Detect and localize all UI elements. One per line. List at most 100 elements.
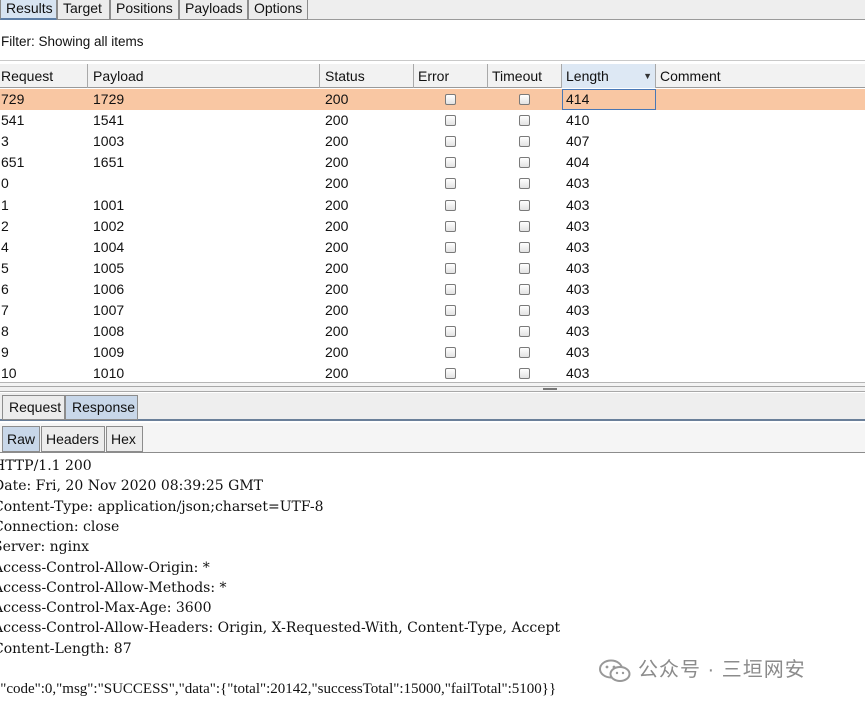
response-header-line: Access-Control-Allow-Methods: * [0, 579, 227, 596]
error-checkbox[interactable] [445, 241, 456, 253]
tab-target[interactable]: Target [57, 0, 110, 20]
cell-request: 7 [1, 302, 9, 318]
table-row[interactable]: 1 1001 200 403 [0, 195, 865, 216]
error-checkbox[interactable] [445, 136, 456, 148]
cell-comment [660, 321, 860, 342]
timeout-checkbox[interactable] [519, 157, 530, 169]
cell-comment [660, 195, 860, 216]
pane-splitter[interactable] [0, 386, 865, 392]
column-header-length[interactable]: Length ▼ [562, 64, 656, 88]
error-checkbox[interactable] [445, 178, 456, 190]
table-row[interactable]: 2 1002 200 403 [0, 216, 865, 237]
cell-comment [660, 152, 860, 173]
column-header-payload[interactable]: Payload [88, 64, 320, 88]
splitter-grip-icon[interactable] [543, 388, 557, 390]
column-header-timeout[interactable]: Timeout [488, 64, 562, 88]
tab-label: Request [9, 399, 62, 415]
cell-comment [660, 300, 860, 321]
timeout-checkbox[interactable] [519, 199, 530, 211]
cell-payload: 1003 [93, 133, 125, 150]
response-header-line: Content-Type: application/json;charset=U… [0, 498, 324, 515]
response-header-line: Access-Control-Allow-Origin: * [0, 559, 210, 576]
error-checkbox[interactable] [445, 326, 456, 338]
table-row[interactable]: 7 1007 200 403 [0, 300, 865, 321]
error-checkbox[interactable] [445, 305, 456, 316]
table-row[interactable]: 651 1651 200 404 [0, 152, 865, 173]
timeout-checkbox[interactable] [519, 94, 530, 105]
results-table: Request Payload Status Error Timeout Len… [0, 64, 865, 386]
cell-length: 403 [566, 196, 590, 213]
cell-payload: 1008 [93, 323, 125, 340]
table-row[interactable]: 8 1008 200 403 [0, 321, 865, 342]
cell-comment [660, 131, 860, 152]
table-row[interactable]: 729 1729 200 414 [0, 89, 865, 110]
table-row[interactable]: 0 200 403 [0, 173, 865, 194]
timeout-checkbox[interactable] [519, 136, 530, 148]
response-json-body: {"code":0,"msg":"SUCCESS","data":{"total… [0, 681, 557, 698]
timeout-checkbox[interactable] [519, 115, 530, 127]
table-row[interactable]: 5 1005 200 403 [0, 258, 865, 279]
table-row[interactable]: 9 1009 200 403 [0, 342, 865, 363]
cell-request: 5 [1, 259, 9, 276]
column-header-error[interactable]: Error [414, 64, 488, 88]
message-tab-bar: Request Response [0, 393, 865, 421]
cell-request: 541 [1, 112, 25, 129]
timeout-checkbox[interactable] [519, 178, 530, 190]
tab-headers[interactable]: Headers [41, 426, 105, 452]
tab-positions[interactable]: Positions [110, 0, 179, 20]
error-checkbox[interactable] [445, 262, 456, 274]
cell-payload [92, 173, 318, 194]
cell-comment [660, 173, 860, 194]
tab-label: Headers [46, 431, 99, 447]
column-header-length-label: Length [566, 68, 609, 84]
error-checkbox[interactable] [445, 220, 456, 232]
cell-length: 403 [566, 175, 590, 192]
cell-payload: 1004 [93, 238, 125, 255]
tab-hex[interactable]: Hex [106, 426, 143, 452]
error-checkbox[interactable] [445, 157, 456, 169]
cell-length: 403 [566, 259, 590, 276]
cell-request: 651 [1, 154, 25, 171]
error-checkbox[interactable] [445, 115, 456, 127]
error-checkbox[interactable] [445, 283, 456, 295]
tab-options[interactable]: Options [248, 0, 308, 20]
timeout-checkbox[interactable] [519, 347, 530, 359]
filter-bar[interactable]: Filter: Showing all items [0, 21, 865, 61]
column-header-request[interactable]: Request [0, 64, 88, 88]
timeout-checkbox[interactable] [519, 326, 530, 338]
timeout-checkbox[interactable] [519, 368, 530, 380]
response-header-line: Date: Fri, 20 Nov 2020 08:39:25 GMT [0, 478, 263, 495]
table-row[interactable]: 4 1004 200 403 [0, 237, 865, 258]
error-checkbox[interactable] [445, 94, 456, 105]
timeout-checkbox[interactable] [519, 305, 530, 316]
tab-label: Hex [111, 431, 136, 447]
timeout-checkbox[interactable] [519, 241, 530, 253]
response-header-line: Access-Control-Allow-Headers: Origin, X-… [0, 620, 561, 637]
response-header-line: Content-Length: 87 [0, 640, 132, 657]
response-header-line: Access-Control-Max-Age: 3600 [0, 600, 212, 617]
filter-label: Filter: Showing all items [1, 34, 144, 49]
tab-response[interactable]: Response [65, 395, 138, 420]
table-row[interactable]: 541 1541 200 410 [0, 110, 865, 131]
column-header-status[interactable]: Status [320, 64, 414, 88]
tab-payloads[interactable]: Payloads [179, 0, 248, 20]
table-row[interactable]: 3 1003 200 407 [0, 131, 865, 152]
cell-comment [660, 258, 860, 279]
cell-request: 4 [1, 238, 9, 255]
tab-raw[interactable]: Raw [2, 426, 40, 452]
table-row[interactable]: 6 1006 200 403 [0, 279, 865, 300]
error-checkbox[interactable] [445, 199, 456, 211]
tab-request[interactable]: Request [2, 395, 65, 420]
sort-descending-icon: ▼ [643, 71, 652, 81]
tab-results[interactable]: Results [0, 0, 57, 20]
error-checkbox[interactable] [445, 368, 456, 380]
column-header-comment[interactable]: Comment [656, 64, 865, 88]
timeout-checkbox[interactable] [519, 220, 530, 232]
cell-payload: 1541 [93, 112, 125, 129]
timeout-checkbox[interactable] [519, 283, 530, 295]
cell-comment [660, 89, 860, 110]
cell-status: 200 [325, 238, 349, 255]
error-checkbox[interactable] [445, 347, 456, 359]
timeout-checkbox[interactable] [519, 262, 530, 274]
cell-status: 200 [325, 112, 349, 129]
